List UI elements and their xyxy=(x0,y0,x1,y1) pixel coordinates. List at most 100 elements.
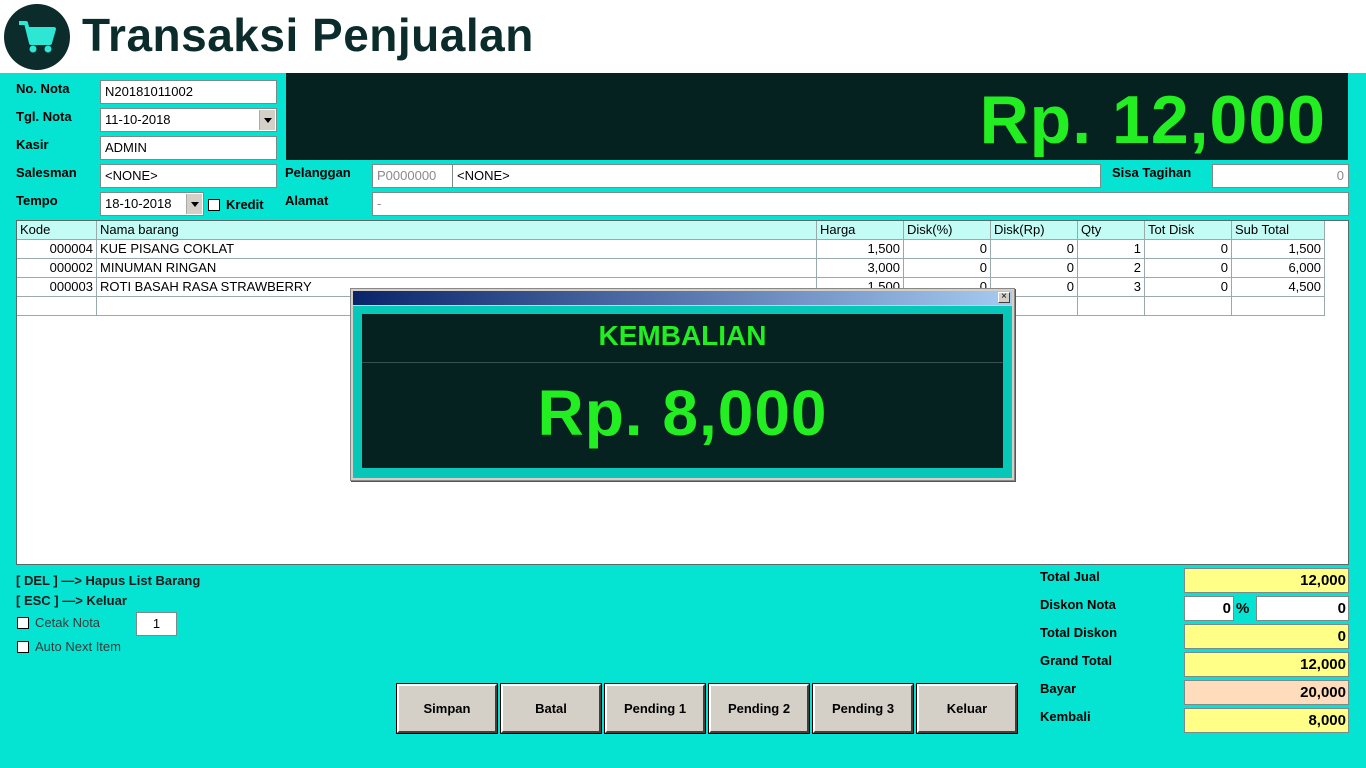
checkbox-icon[interactable] xyxy=(208,198,220,211)
col-header-nama[interactable]: Nama barang xyxy=(97,221,817,240)
table-header: Kode Nama barang Harga Disk(%) Disk(Rp) … xyxy=(17,221,1325,240)
cell-tot-disk: 0 xyxy=(1145,278,1232,297)
grand-total-field[interactable]: 12,000 xyxy=(1184,652,1349,677)
hint-del: [ DEL ] —> Hapus List Barang xyxy=(16,573,201,588)
page-title: Transaksi Penjualan xyxy=(82,9,534,61)
cell-tot-disk: 0 xyxy=(1145,240,1232,259)
kembali-label: Kembali xyxy=(1040,709,1091,724)
salesman-field[interactable]: <NONE> xyxy=(100,164,277,188)
cell-nama: MINUMAN RINGAN xyxy=(97,259,817,278)
sisa-tagihan-label: Sisa Tagihan xyxy=(1112,165,1192,180)
cetak-nota-checkbox[interactable]: Cetak Nota xyxy=(17,615,100,630)
keluar-button[interactable]: Keluar xyxy=(916,683,1018,734)
cell-qty: 3 xyxy=(1078,278,1145,297)
pelanggan-label: Pelanggan xyxy=(285,165,351,180)
kembalian-value: Rp. 8,000 xyxy=(537,377,828,449)
cell-nama: KUE PISANG COKLAT xyxy=(97,240,817,259)
kembalian-dialog[interactable]: × KEMBALIAN Rp. 8,000 xyxy=(350,288,1015,481)
sisa-tagihan-field[interactable]: 0 xyxy=(1212,164,1349,188)
tempo-label: Tempo xyxy=(16,193,58,208)
pending-3-button[interactable]: Pending 3 xyxy=(812,683,914,734)
percent-sign: % xyxy=(1236,600,1250,617)
pending-2-button[interactable]: Pending 2 xyxy=(708,683,810,734)
cell-qty: 1 xyxy=(1078,240,1145,259)
cell-tot-disk: 0 xyxy=(1145,259,1232,278)
kembali-field[interactable]: 8,000 xyxy=(1184,708,1349,733)
checkbox-icon[interactable] xyxy=(17,616,29,629)
diskon-nota-label: Diskon Nota xyxy=(1040,597,1116,612)
chevron-down-icon[interactable] xyxy=(186,194,202,214)
table-row[interactable]: 000004 KUE PISANG COKLAT 1,500 0 0 1 0 1… xyxy=(17,240,1325,259)
cell-empty xyxy=(1145,297,1232,316)
tgl-nota-field[interactable]: 11-10-2018 xyxy=(100,108,277,132)
close-icon[interactable]: × xyxy=(998,292,1010,303)
col-header-qty[interactable]: Qty xyxy=(1078,221,1145,240)
cell-harga: 3,000 xyxy=(817,259,904,278)
alamat-field[interactable]: - xyxy=(372,192,1349,216)
divider xyxy=(362,362,1003,363)
cetak-nota-label: Cetak Nota xyxy=(35,615,101,630)
total-diskon-label: Total Diskon xyxy=(1040,625,1118,640)
total-display-value: Rp. 12,000 xyxy=(979,82,1326,158)
checkbox-icon[interactable] xyxy=(17,640,29,653)
tempo-value: 18-10-2018 xyxy=(105,196,172,211)
tgl-nota-value: 11-10-2018 xyxy=(105,112,171,127)
col-header-disk-rp[interactable]: Disk(Rp) xyxy=(991,221,1078,240)
diskon-pct-field[interactable]: 0 xyxy=(1184,596,1234,621)
cell-sub-total: 4,500 xyxy=(1232,278,1325,297)
no-nota-field[interactable]: N20181011002 xyxy=(100,80,277,104)
diskon-rp-field[interactable]: 0 xyxy=(1256,596,1349,621)
kembalian-label: KEMBALIAN xyxy=(598,320,767,351)
grand-total-label: Grand Total xyxy=(1040,653,1112,668)
salesman-label: Salesman xyxy=(16,165,77,180)
kasir-label: Kasir xyxy=(16,137,49,152)
pelanggan-nama-field[interactable]: <NONE> xyxy=(452,164,1101,188)
chevron-down-icon[interactable] xyxy=(259,110,275,130)
cell-harga: 1,500 xyxy=(817,240,904,259)
cell-disk-rp: 0 xyxy=(991,240,1078,259)
total-jual-field[interactable]: 12,000 xyxy=(1184,568,1349,593)
pelanggan-kode-field[interactable]: P0000000 xyxy=(372,164,453,188)
total-jual-label: Total Jual xyxy=(1040,569,1100,584)
cell-sub-total: 6,000 xyxy=(1232,259,1325,278)
auto-next-checkbox[interactable]: Auto Next Item xyxy=(17,639,121,654)
col-header-tot-disk[interactable]: Tot Disk xyxy=(1145,221,1232,240)
auto-next-label: Auto Next Item xyxy=(35,639,121,654)
pending-1-button[interactable]: Pending 1 xyxy=(604,683,706,734)
cell-disk-rp: 0 xyxy=(991,259,1078,278)
cell-sub-total: 1,500 xyxy=(1232,240,1325,259)
cell-empty xyxy=(1078,297,1145,316)
tempo-field[interactable]: 18-10-2018 xyxy=(100,192,204,216)
cart-icon xyxy=(4,4,70,70)
simpan-button[interactable]: Simpan xyxy=(396,683,498,734)
no-nota-label: No. Nota xyxy=(16,81,70,96)
cell-disk-pct: 0 xyxy=(904,259,991,278)
hint-esc: [ ESC ] —> Keluar xyxy=(16,593,127,608)
total-display-panel: Rp. 12,000 xyxy=(286,73,1348,160)
col-header-harga[interactable]: Harga xyxy=(817,221,904,240)
col-header-sub-total[interactable]: Sub Total xyxy=(1232,221,1325,240)
cell-kode: 000002 xyxy=(17,259,97,278)
cell-kode: 000003 xyxy=(17,278,97,297)
tgl-nota-label: Tgl. Nota xyxy=(16,109,72,124)
bayar-label: Bayar xyxy=(1040,681,1077,696)
col-header-kode[interactable]: Kode xyxy=(17,221,97,240)
table-row[interactable]: 000002 MINUMAN RINGAN 3,000 0 0 2 0 6,00… xyxy=(17,259,1325,278)
total-diskon-field[interactable]: 0 xyxy=(1184,624,1349,649)
kembalian-panel: KEMBALIAN Rp. 8,000 xyxy=(362,314,1003,468)
cetak-qty-field[interactable]: 1 xyxy=(136,612,177,636)
cell-disk-pct: 0 xyxy=(904,240,991,259)
kredit-label: Kredit xyxy=(226,197,264,212)
cell-qty: 2 xyxy=(1078,259,1145,278)
alamat-label: Alamat xyxy=(285,193,329,208)
dialog-title-bar[interactable]: × xyxy=(353,291,1012,305)
bayar-field[interactable]: 20,000 xyxy=(1184,680,1349,705)
cell-empty xyxy=(1232,297,1325,316)
batal-button[interactable]: Batal xyxy=(500,683,602,734)
cell-kode: 000004 xyxy=(17,240,97,259)
col-header-disk-pct[interactable]: Disk(%) xyxy=(904,221,991,240)
cell-empty xyxy=(17,297,97,316)
kasir-field[interactable]: ADMIN xyxy=(100,136,277,160)
kredit-checkbox[interactable]: Kredit xyxy=(208,197,264,212)
dialog-body: KEMBALIAN Rp. 8,000 xyxy=(353,306,1012,478)
